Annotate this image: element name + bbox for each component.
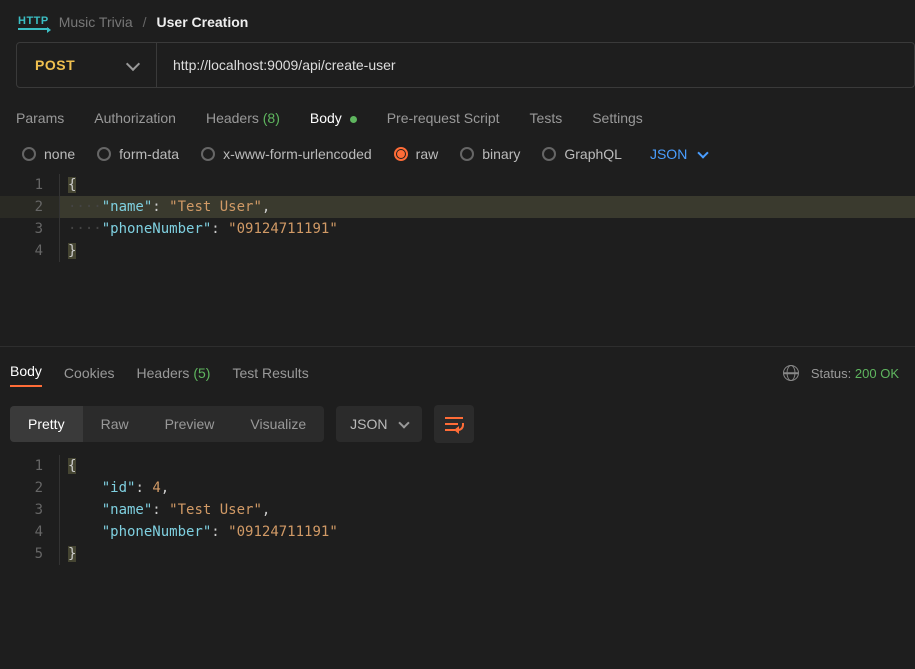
globe-icon[interactable] (783, 365, 799, 381)
req-phone-value: "09124711191" (228, 221, 338, 237)
request-tabs: Params Authorization Headers (8) Body Pr… (0, 88, 915, 140)
body-format-select[interactable]: JSON (644, 146, 707, 162)
tab-params[interactable]: Params (16, 110, 64, 126)
resp-name-value: "Test User" (169, 502, 262, 518)
radio-graphql[interactable]: GraphQL (542, 146, 622, 162)
status-label: Status: (811, 366, 851, 381)
resp-tab-tests[interactable]: Test Results (232, 361, 308, 385)
radio-icon (201, 147, 215, 161)
request-bar: POST (16, 42, 915, 88)
radio-icon (394, 147, 408, 161)
resp-tab-cookies[interactable]: Cookies (64, 361, 115, 385)
chevron-down-icon (126, 56, 140, 70)
resp-phone-value: "09124711191" (228, 524, 338, 540)
resp-tab-headers-count: (5) (193, 365, 210, 381)
url-input[interactable] (157, 43, 914, 87)
tab-tests[interactable]: Tests (530, 110, 563, 126)
tab-headers-count: (8) (263, 110, 280, 126)
radio-urlencoded[interactable]: x-www-form-urlencoded (201, 146, 372, 162)
method-select[interactable]: POST (17, 43, 157, 87)
tab-headers[interactable]: Headers (8) (206, 110, 280, 126)
response-format-select[interactable]: JSON (336, 406, 421, 442)
resp-tab-headers[interactable]: Headers (5) (137, 361, 211, 385)
tab-prerequest[interactable]: Pre-request Script (387, 110, 500, 126)
view-preview[interactable]: Preview (147, 406, 233, 442)
breadcrumb-collection[interactable]: Music Trivia (59, 14, 133, 30)
tab-settings[interactable]: Settings (592, 110, 643, 126)
tab-body[interactable]: Body (310, 110, 357, 126)
resp-tab-body[interactable]: Body (10, 359, 42, 387)
response-format-label: JSON (350, 416, 387, 432)
body-format-label: JSON (650, 146, 687, 162)
radio-icon (22, 147, 36, 161)
request-body-editor[interactable]: 1{ 2····"name": "Test User", 3····"phone… (0, 174, 915, 342)
radio-formdata[interactable]: form-data (97, 146, 179, 162)
response-view-group: Pretty Raw Preview Visualize (10, 406, 324, 442)
radio-icon (97, 147, 111, 161)
radio-icon (460, 147, 474, 161)
view-raw[interactable]: Raw (83, 406, 147, 442)
chevron-down-icon (698, 147, 709, 158)
view-visualize[interactable]: Visualize (232, 406, 324, 442)
resp-id-value: 4 (152, 480, 160, 496)
response-section: Body Cookies Headers (5) Test Results St… (0, 346, 915, 645)
chevron-down-icon (398, 417, 409, 428)
response-body-viewer[interactable]: 1{ 2 "id": 4, 3 "name": "Test User", 4 "… (0, 455, 915, 645)
breadcrumb-separator: / (143, 14, 147, 30)
radio-icon (542, 147, 556, 161)
wrap-lines-button[interactable] (434, 405, 474, 443)
tab-headers-label: Headers (206, 110, 259, 126)
method-label: POST (35, 57, 75, 73)
radio-raw[interactable]: raw (394, 146, 439, 162)
breadcrumb-item[interactable]: User Creation (157, 14, 249, 30)
radio-binary[interactable]: binary (460, 146, 520, 162)
tab-body-label: Body (310, 110, 342, 126)
body-modified-dot-icon (350, 116, 357, 123)
body-type-options: none form-data x-www-form-urlencoded raw… (0, 140, 915, 174)
resp-tab-headers-label: Headers (137, 365, 190, 381)
http-icon: HTTP (18, 15, 49, 30)
req-name-value: "Test User" (169, 199, 262, 215)
response-tabs: Body Cookies Headers (5) Test Results (10, 359, 309, 387)
breadcrumb: HTTP Music Trivia / User Creation (0, 0, 915, 42)
status-value: 200 OK (855, 366, 899, 381)
radio-none[interactable]: none (22, 146, 75, 162)
tab-authorization[interactable]: Authorization (94, 110, 176, 126)
response-status: Status: 200 OK (783, 365, 899, 381)
response-toolbar: Pretty Raw Preview Visualize JSON (0, 395, 915, 455)
wrap-icon (445, 417, 463, 431)
view-pretty[interactable]: Pretty (10, 406, 83, 442)
